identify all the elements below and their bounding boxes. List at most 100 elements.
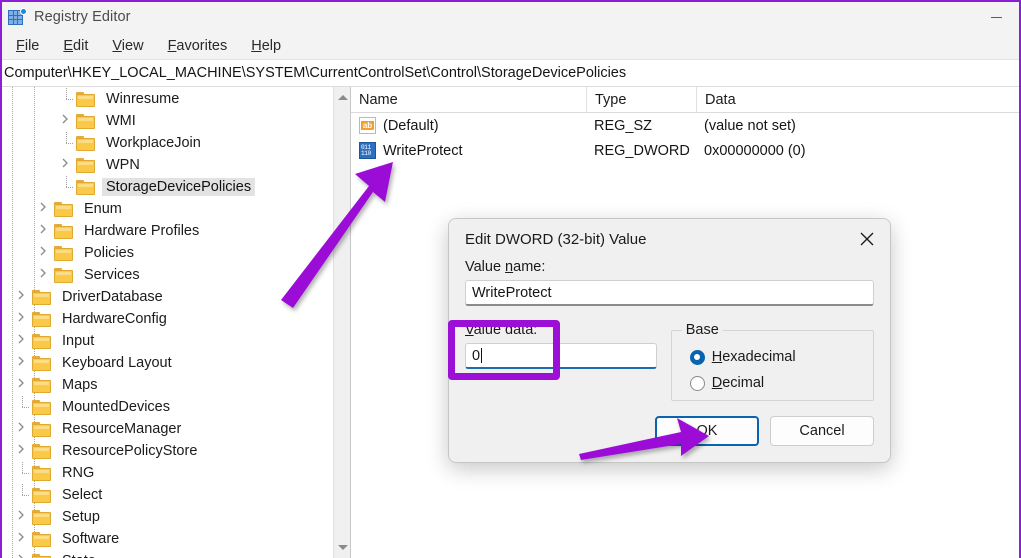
value-type-cell: REG_SZ [594, 117, 653, 134]
tree-item-input[interactable]: Input [2, 330, 333, 352]
tree-item-rng[interactable]: RNG [2, 462, 333, 484]
value-data-cell: (value not set) [704, 117, 796, 134]
folder-icon [32, 443, 51, 459]
value-data-input[interactable]: 0 [465, 343, 657, 369]
folder-icon [32, 421, 51, 437]
dialog-title-bar: Edit DWORD (32-bit) Value [449, 219, 890, 259]
chevron-right-icon[interactable] [16, 444, 30, 458]
tree-item-label: RNG [62, 465, 95, 481]
tree-item-mounteddevices[interactable]: MountedDevices [2, 396, 333, 418]
tree-item-software[interactable]: Software [2, 528, 333, 550]
folder-icon [54, 223, 73, 239]
tree-item-maps[interactable]: Maps [2, 374, 333, 396]
registry-path: Computer\HKEY_LOCAL_MACHINE\SYSTEM\Curre… [4, 65, 627, 81]
chevron-right-icon[interactable] [38, 224, 52, 238]
tree-connector [16, 396, 30, 418]
menu-help[interactable]: Help [239, 36, 293, 56]
tree-item-resourcemanager[interactable]: ResourceManager [2, 418, 333, 440]
dialog-fields-row: Value data: 0 Base Hexadecimal Decimal [465, 322, 874, 401]
value-name-cell: ab (Default) [351, 117, 586, 134]
close-icon [860, 232, 874, 246]
tree-item-label: HardwareConfig [62, 311, 167, 327]
chevron-right-icon[interactable] [16, 356, 30, 370]
value-row[interactable]: ab (Default) REG_SZ (value not set) [351, 113, 1019, 138]
menu-favorites[interactable]: Favorites [156, 36, 240, 56]
radio-decimal-icon[interactable] [689, 375, 705, 391]
chevron-right-icon[interactable] [38, 268, 52, 282]
tree-item-state[interactable]: State [2, 550, 333, 558]
chevron-right-icon[interactable] [16, 554, 30, 558]
window-controls [973, 2, 1019, 32]
tree-item-label: ResourceManager [62, 421, 182, 437]
chevron-right-icon[interactable] [38, 246, 52, 260]
folder-icon [32, 333, 51, 349]
chevron-right-icon[interactable] [38, 202, 52, 216]
folder-icon [32, 399, 51, 415]
tree-item-label: StorageDevicePolicies [102, 178, 256, 196]
dialog-body: Value name: WriteProtect Value data: 0 B… [449, 259, 890, 401]
window-title: Registry Editor [34, 9, 131, 25]
tree-connector [60, 132, 74, 154]
chevron-right-icon[interactable] [16, 290, 30, 304]
radio-hexadecimal[interactable]: Hexadecimal [689, 344, 863, 370]
value-data-group: Value data: 0 [465, 322, 657, 401]
menu-edit[interactable]: Edit [51, 36, 100, 56]
tree-item-select[interactable]: Select [2, 484, 333, 506]
value-data-text: 0 [472, 347, 481, 364]
tree-item-label: MountedDevices [62, 399, 170, 415]
chevron-right-icon[interactable] [16, 510, 30, 524]
folder-icon [32, 465, 51, 481]
tree-item-label: WPN [106, 157, 140, 173]
title-bar: Registry Editor [2, 2, 1019, 32]
radio-hexadecimal-icon[interactable] [689, 349, 705, 365]
tree-item-label: Winresume [106, 91, 180, 107]
cancel-button[interactable]: Cancel [770, 416, 874, 446]
chevron-right-icon[interactable] [16, 422, 30, 436]
base-group: Base Hexadecimal Decimal [670, 322, 874, 401]
tree-item-wmi[interactable]: WMI [2, 110, 333, 132]
folder-icon [32, 553, 51, 558]
column-header-name[interactable]: Name [351, 87, 586, 113]
radio-hexadecimal-label: Hexadecimal [711, 349, 796, 365]
chevron-right-icon[interactable] [16, 532, 30, 546]
menu-file[interactable]: File [4, 36, 51, 56]
arrow-to-ok-button [579, 418, 709, 460]
chevron-right-icon[interactable] [16, 378, 30, 392]
tree-item-label: ResourcePolicyStore [62, 443, 198, 459]
value-row[interactable]: 011 110 WriteProtect REG_DWORD 0x00000000 (0… [351, 138, 1019, 163]
folder-icon [54, 245, 73, 261]
tree-item-setup[interactable]: Setup [2, 506, 333, 528]
chevron-right-icon[interactable] [16, 312, 30, 326]
scroll-up-icon[interactable] [334, 89, 350, 106]
dialog-title: Edit DWORD (32-bit) Value [465, 230, 647, 248]
tree-item-label: Input [62, 333, 95, 349]
values-column-header: Name Type Data [351, 86, 1019, 113]
tree-item-label: WorkplaceJoin [106, 135, 201, 151]
tree-item-keyboard-layout[interactable]: Keyboard Layout [2, 352, 333, 374]
tree-item-resourcepolicystore[interactable]: ResourcePolicyStore [2, 440, 333, 462]
tree-item-workplacejoin[interactable]: WorkplaceJoin [2, 132, 333, 154]
chevron-right-icon[interactable] [16, 334, 30, 348]
tree-connector [60, 176, 74, 198]
folder-icon [32, 509, 51, 525]
folder-icon [76, 179, 95, 195]
minimize-icon [990, 16, 1002, 18]
minimize-button[interactable] [973, 2, 1019, 32]
address-bar[interactable]: Computer\HKEY_LOCAL_MACHINE\SYSTEM\Curre… [2, 60, 1019, 87]
chevron-right-icon[interactable] [60, 158, 74, 172]
radio-decimal[interactable]: Decimal [689, 370, 863, 396]
menu-view[interactable]: View [100, 36, 155, 56]
folder-icon [32, 289, 51, 305]
value-name-input[interactable]: WriteProtect [465, 280, 874, 306]
value-name-text: WriteProtect [472, 284, 552, 301]
chevron-right-icon[interactable] [60, 114, 74, 128]
dialog-close-button[interactable] [844, 219, 890, 259]
text-caret [481, 348, 483, 363]
tree-item-label: Keyboard Layout [62, 355, 172, 371]
scroll-down-icon[interactable] [334, 539, 350, 556]
folder-icon [76, 157, 95, 173]
column-header-type[interactable]: Type [586, 86, 696, 113]
column-header-data[interactable]: Data [696, 86, 1019, 113]
tree-item-label: Services [84, 267, 140, 283]
tree-item-winresume[interactable]: Winresume [2, 88, 333, 110]
